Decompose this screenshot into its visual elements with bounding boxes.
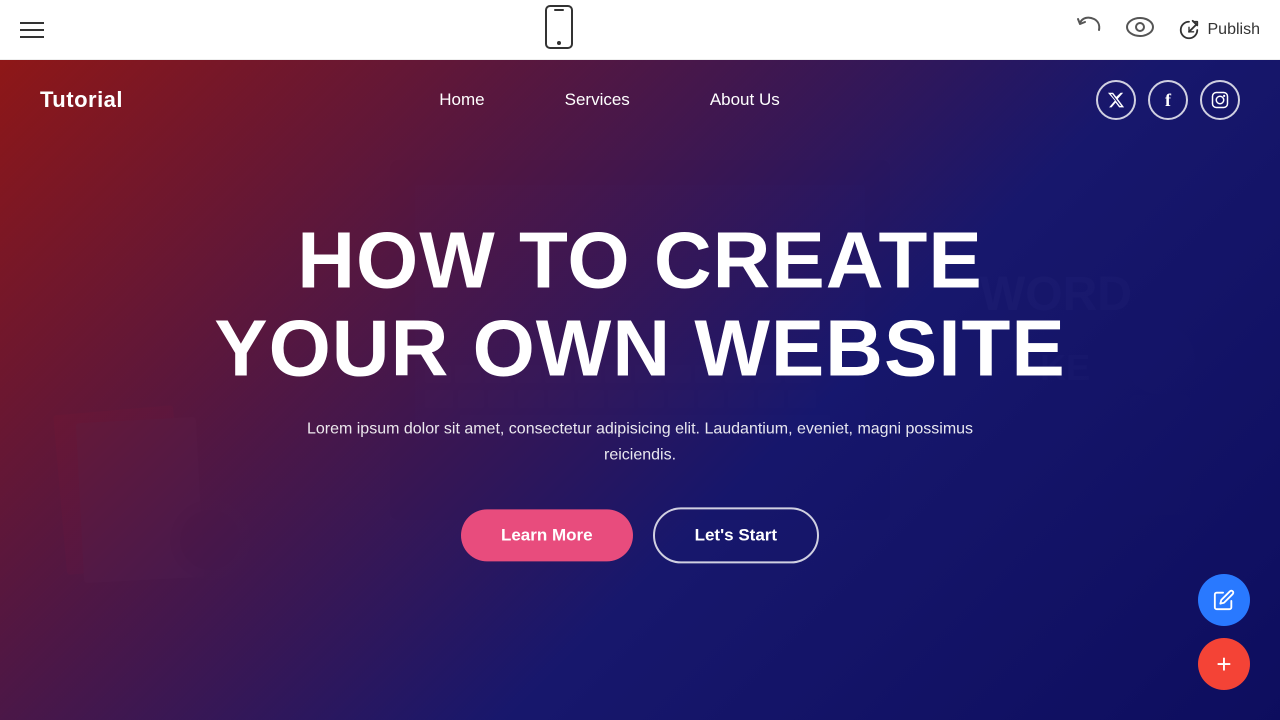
main-content: WORD KE Tutorial Home Services About Us — [0, 60, 1280, 720]
site-navigation: Tutorial Home Services About Us f — [0, 60, 1280, 140]
publish-label: Publish — [1208, 21, 1260, 39]
hero-title-line2: YOUR OWN WEBSITE — [214, 303, 1066, 392]
toolbar-center — [545, 5, 573, 55]
twitter-link[interactable] — [1096, 80, 1136, 120]
publish-button[interactable]: Publish — [1178, 19, 1260, 41]
add-icon: + — [1216, 651, 1231, 677]
instagram-link[interactable] — [1200, 80, 1240, 120]
add-fab-button[interactable]: + — [1198, 638, 1250, 690]
toolbar: Publish — [0, 0, 1280, 60]
nav-links: Home Services About Us — [439, 90, 779, 110]
hero-buttons: Learn More Let's Start — [190, 508, 1090, 564]
social-links: f — [1096, 80, 1240, 120]
facebook-link[interactable]: f — [1148, 80, 1188, 120]
hero-title-line1: HOW TO CREATE — [297, 215, 983, 304]
hero-title: HOW TO CREATE YOUR OWN WEBSITE — [190, 216, 1090, 392]
toolbar-right: Publish — [1074, 13, 1260, 47]
lets-start-button[interactable]: Let's Start — [653, 508, 819, 564]
toolbar-left — [20, 22, 44, 38]
website-preview: WORD KE Tutorial Home Services About Us — [0, 60, 1280, 720]
hamburger-menu-button[interactable] — [20, 22, 44, 38]
nav-link-services[interactable]: Services — [565, 90, 630, 110]
mobile-preview-icon[interactable] — [545, 5, 573, 55]
nav-link-about[interactable]: About Us — [710, 90, 780, 110]
nav-link-home[interactable]: Home — [439, 90, 484, 110]
preview-button[interactable] — [1126, 17, 1154, 43]
fab-container: + — [1198, 574, 1250, 690]
edit-fab-button[interactable] — [1198, 574, 1250, 626]
hero-section: HOW TO CREATE YOUR OWN WEBSITE Lorem ips… — [190, 216, 1090, 563]
hero-subtitle: Lorem ipsum dolor sit amet, consectetur … — [290, 416, 990, 467]
undo-button[interactable] — [1074, 13, 1102, 47]
site-logo: Tutorial — [40, 87, 123, 113]
learn-more-button[interactable]: Learn More — [461, 510, 633, 562]
